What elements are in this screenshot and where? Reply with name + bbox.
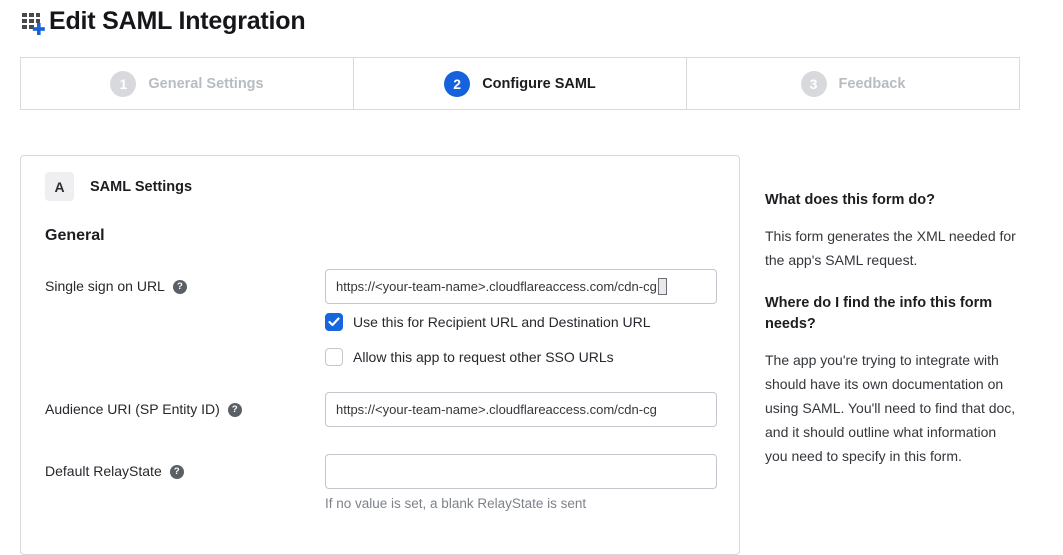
other-sso-checkbox-label: Allow this app to request other SSO URLs [353,349,614,365]
step-feedback[interactable]: 3 Feedback [686,58,1019,109]
help-icon[interactable]: ? [173,280,187,294]
recipient-url-checkbox-row[interactable]: Use this for Recipient URL and Destinati… [325,313,717,331]
help-question-2: Where do I find the info this form needs… [765,293,1017,335]
sso-url-value: https://<your-team-name>.cloudflareacces… [336,279,657,294]
audience-uri-row: Audience URI (SP Entity ID) ? [45,392,715,427]
general-heading: General [45,227,715,245]
relay-state-helper-text: If no value is set, a blank RelayState i… [325,496,717,511]
help-icon[interactable]: ? [170,465,184,479]
step-label: Feedback [839,76,906,92]
wizard-steps: 1 General Settings 2 Configure SAML 3 Fe… [20,57,1020,110]
page-title: Edit SAML Integration [49,7,305,36]
checkbox-unchecked-icon[interactable] [325,348,343,366]
step-configure-saml[interactable]: 2 Configure SAML [353,58,686,109]
app-grid-plus-icon [20,10,46,36]
recipient-url-checkbox-label: Use this for Recipient URL and Destinati… [353,314,651,330]
audience-uri-label: Audience URI (SP Entity ID) [45,401,220,417]
help-question-1: What does this form do? [765,190,1017,211]
step-general-settings[interactable]: 1 General Settings [21,58,353,109]
checkbox-checked-icon[interactable] [325,313,343,331]
step-label: General Settings [148,76,263,92]
step-number-badge: 3 [801,71,827,97]
help-answer-2: The app you're trying to integrate with … [765,348,1017,468]
checkmark-icon [328,317,340,327]
audience-uri-label-wrap: Audience URI (SP Entity ID) ? [45,392,325,427]
section-a-badge: A [45,172,74,201]
help-sidebar: What does this form do? This form genera… [765,190,1017,489]
saml-settings-panel: A SAML Settings General Single sign on U… [20,155,740,555]
page-header: Edit SAML Integration [20,6,305,36]
other-sso-checkbox-row[interactable]: Allow this app to request other SSO URLs [325,348,717,366]
sso-url-label: Single sign on URL [45,278,165,294]
audience-uri-input[interactable] [325,392,717,427]
panel-title: SAML Settings [90,179,192,195]
relay-state-input[interactable] [325,454,717,489]
relay-state-label: Default RelayState [45,463,162,479]
sso-url-input[interactable]: https://<your-team-name>.cloudflareacces… [325,269,717,304]
text-cursor-artifact [658,278,667,295]
step-number-badge: 1 [110,71,136,97]
help-answer-1: This form generates the XML needed for t… [765,224,1017,272]
sso-url-label-wrap: Single sign on URL ? [45,269,325,366]
panel-header: A SAML Settings [45,172,715,201]
relay-state-row: Default RelayState ? If no value is set,… [45,454,715,511]
relay-state-label-wrap: Default RelayState ? [45,454,325,511]
help-icon[interactable]: ? [228,403,242,417]
step-label: Configure SAML [482,76,596,92]
step-number-badge: 2 [444,71,470,97]
sso-url-row: Single sign on URL ? https://<your-team-… [45,269,715,366]
